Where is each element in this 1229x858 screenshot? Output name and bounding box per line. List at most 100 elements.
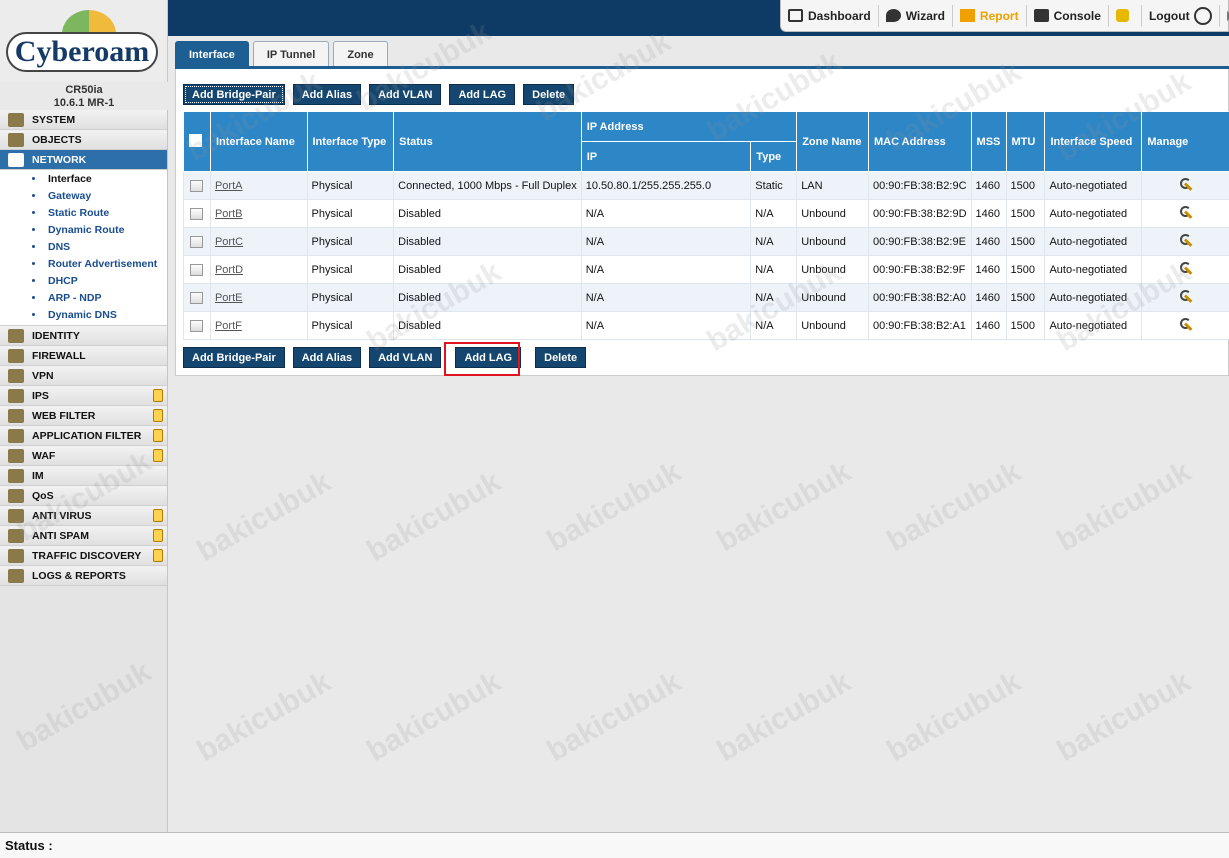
tab-zone[interactable]: Zone	[333, 41, 388, 68]
anti-spam-icon	[8, 528, 24, 543]
sidebar-subitem-static-route[interactable]: Static Route	[0, 204, 167, 221]
watermark: bakicubuk	[1051, 665, 1197, 768]
wrench-icon[interactable]	[1179, 177, 1193, 191]
im-icon	[8, 468, 24, 483]
sidebar-item-im[interactable]: IM	[0, 466, 167, 486]
port-link[interactable]: PortE	[215, 292, 243, 304]
interface-type-cell: Physical	[306, 255, 395, 284]
add-alias-button[interactable]: Add Alias	[292, 84, 362, 105]
zone-name-header[interactable]: Zone Name	[796, 111, 869, 172]
wrench-icon[interactable]	[1179, 289, 1193, 303]
sidebar-subitem-router-advertisement[interactable]: Router Advertisement	[0, 255, 167, 272]
tab-ip-tunnel[interactable]: IP Tunnel	[252, 41, 330, 68]
mac-address-header[interactable]: MAC Address	[867, 111, 972, 172]
select-all-checkbox[interactable]	[189, 133, 202, 147]
port-link[interactable]: PortC	[215, 236, 243, 248]
status-label: Status :	[5, 838, 53, 853]
row-checkbox[interactable]	[190, 263, 204, 276]
sidebar-item-logs-reports[interactable]: LOGS & REPORTS	[0, 566, 167, 586]
port-link[interactable]: PortB	[215, 208, 243, 220]
interface-name-header[interactable]: Interface Name	[209, 111, 308, 172]
sidebar-item-ips[interactable]: IPS	[0, 386, 167, 406]
sidebar-subitem-dynamic-dns[interactable]: Dynamic DNS	[0, 306, 167, 323]
dashboard-link[interactable]: Dashboard	[781, 4, 879, 27]
port-link[interactable]: PortA	[215, 180, 243, 192]
sidebar-item-anti-virus[interactable]: ANTI VIRUS	[0, 506, 167, 526]
ip-header[interactable]: IP	[580, 141, 752, 172]
wrench-icon[interactable]	[1179, 261, 1193, 275]
table-row: PortA Physical Connected, 1000 Mbps - Fu…	[183, 171, 1229, 200]
add-vlan-button[interactable]: Add VLAN	[369, 84, 442, 105]
mtu-cell: 1500	[1005, 255, 1046, 284]
ip-type-cell: Static	[750, 171, 798, 200]
ip-type-header[interactable]: Type	[750, 141, 798, 172]
sidebar-item-application-filter[interactable]: APPLICATION FILTER	[0, 426, 167, 446]
interface-speed-header[interactable]: Interface Speed	[1044, 111, 1143, 172]
bottom-button-row: Add Bridge-Pair Add Alias Add VLAN Add L…	[183, 347, 594, 368]
row-checkbox[interactable]	[190, 235, 204, 248]
subscription-badge-icon	[153, 449, 163, 462]
add-bridge-pair-button[interactable]: Add Bridge-Pair	[183, 84, 285, 105]
wrench-icon[interactable]	[1179, 317, 1193, 331]
sidebar-subitem-arp-ndp[interactable]: ARP - NDP	[0, 289, 167, 306]
sidebar-item-network[interactable]: NETWORK	[0, 150, 167, 170]
select-all-header	[183, 111, 211, 172]
sidebar-subitem-dhcp[interactable]: DHCP	[0, 272, 167, 289]
sidebar-item-objects[interactable]: OBJECTS	[0, 130, 167, 150]
delete-button[interactable]: Delete	[523, 84, 575, 105]
watermark: bakicubuk	[1051, 455, 1197, 558]
interface-type-header[interactable]: Interface Type	[306, 111, 395, 172]
wrench-icon[interactable]	[1179, 205, 1193, 219]
brand-logo[interactable]: Cyberoam	[6, 32, 158, 72]
mtu-cell: 1500	[1005, 199, 1046, 228]
row-checkbox[interactable]	[190, 291, 204, 304]
sidebar-item-traffic-discovery[interactable]: TRAFFIC DISCOVERY	[0, 546, 167, 566]
sidebar-item-anti-spam[interactable]: ANTI SPAM	[0, 526, 167, 546]
ip-type-cell: N/A	[750, 311, 798, 340]
add-lag-button[interactable]: Add LAG	[449, 84, 516, 105]
add-alias-button[interactable]: Add Alias	[292, 347, 362, 368]
ip-cell: N/A	[580, 283, 752, 312]
sidebar-item-waf[interactable]: WAF	[0, 446, 167, 466]
sidebar-subitem-dynamic-route[interactable]: Dynamic Route	[0, 221, 167, 238]
wrench-icon[interactable]	[1179, 233, 1193, 247]
sidebar-item-system[interactable]: SYSTEM	[0, 110, 167, 130]
row-checkbox[interactable]	[190, 207, 204, 220]
interface-type-cell: Physical	[306, 311, 395, 340]
delete-button[interactable]: Delete	[535, 347, 587, 368]
logout-link[interactable]: Logout	[1142, 4, 1220, 27]
logs-reports-icon	[8, 568, 24, 583]
console-link[interactable]: Console	[1027, 4, 1109, 27]
mss-header[interactable]: MSS	[970, 111, 1007, 172]
sidebar-item-vpn[interactable]: VPN	[0, 366, 167, 386]
status-header[interactable]: Status	[393, 111, 582, 172]
status-bar: Status :	[0, 832, 1229, 858]
expand-toplinks-button[interactable]	[1220, 5, 1229, 27]
mtu-cell: 1500	[1005, 311, 1046, 340]
report-link[interactable]: Report	[953, 4, 1027, 27]
brand-logo-area: Cyberoam	[0, 0, 168, 82]
sidebar-subitem-dns[interactable]: DNS	[0, 238, 167, 255]
traffic-discovery-icon	[8, 548, 24, 563]
row-checkbox[interactable]	[190, 319, 204, 332]
application-filter-icon	[8, 428, 24, 443]
appliance-model: CR50ia	[65, 84, 103, 96]
mss-cell: 1460	[970, 283, 1007, 312]
console-icon	[1033, 9, 1049, 22]
tab-interface[interactable]: Interface	[175, 41, 249, 68]
lock-button[interactable]	[1109, 4, 1142, 27]
sidebar-item-qos[interactable]: QoS	[0, 486, 167, 506]
mtu-header[interactable]: MTU	[1005, 111, 1046, 172]
sidebar-item-web-filter[interactable]: WEB FILTER	[0, 406, 167, 426]
wizard-link[interactable]: Wizard	[879, 4, 953, 27]
sidebar-item-firewall[interactable]: FIREWALL	[0, 346, 167, 366]
add-vlan-button[interactable]: Add VLAN	[369, 347, 442, 368]
port-link[interactable]: PortF	[215, 320, 242, 332]
sidebar-subitem-gateway[interactable]: Gateway	[0, 187, 167, 204]
port-link[interactable]: PortD	[215, 264, 243, 276]
sidebar-subitem-interface[interactable]: Interface	[0, 170, 167, 187]
identity-icon	[8, 328, 24, 343]
sidebar-item-identity[interactable]: IDENTITY	[0, 326, 167, 346]
add-bridge-pair-button[interactable]: Add Bridge-Pair	[183, 347, 285, 368]
row-checkbox[interactable]	[190, 179, 204, 192]
